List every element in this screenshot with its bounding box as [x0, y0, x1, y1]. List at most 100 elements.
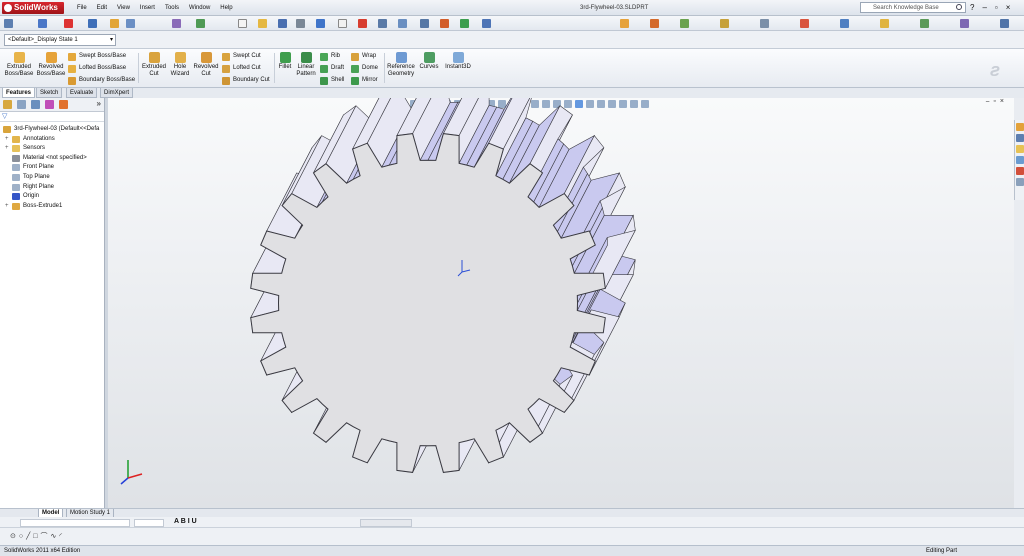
appearance-icon[interactable] [440, 19, 449, 28]
expand-icon[interactable]: + [5, 135, 9, 144]
boundary-cut-button[interactable]: Boundary Cut [222, 76, 270, 85]
menu-edit[interactable]: Edit [92, 0, 112, 16]
sum-icon[interactable] [172, 19, 181, 28]
revolved-boss-button[interactable]: Revolved Boss/Base [36, 52, 66, 78]
macro-icon[interactable] [620, 19, 629, 28]
feature-tree-item[interactable]: Front Plane [12, 163, 54, 172]
close-icon[interactable]: × [1006, 0, 1011, 16]
display-style-icon[interactable] [420, 19, 429, 28]
graphics-area[interactable]: ⎯▫× [108, 98, 1014, 508]
print-icon[interactable] [296, 19, 305, 28]
hole-wizard-button[interactable]: Hole Wizard [168, 52, 192, 78]
fillet-button[interactable]: Fillet [276, 52, 294, 71]
menu-tools[interactable]: Tools [160, 0, 184, 16]
undo-icon[interactable] [316, 19, 325, 28]
chevron-right-icon[interactable]: » [97, 99, 101, 108]
wrap-button[interactable]: Wrap [351, 52, 376, 61]
font-select[interactable] [20, 519, 130, 527]
instant3d-button[interactable]: Instant3D [444, 52, 472, 71]
tab-evaluate[interactable]: Evaluate [66, 88, 98, 98]
curves-button[interactable]: Curves [418, 52, 440, 71]
tab-features[interactable]: Features [2, 88, 36, 98]
draft-button[interactable]: Draft [320, 64, 344, 73]
appearances-icon[interactable] [1016, 167, 1024, 175]
line-style-select[interactable] [360, 519, 412, 527]
menu-help[interactable]: Help [215, 0, 237, 16]
filter-icon[interactable]: ▽ [2, 112, 7, 120]
new-document-icon[interactable] [238, 19, 247, 28]
extruded-boss-button[interactable]: Extruded Boss/Base [4, 52, 34, 78]
feature-tree-item[interactable]: + Annotations [5, 135, 55, 144]
minimize-icon[interactable]: – [982, 0, 986, 16]
search-icon[interactable] [956, 4, 962, 10]
dimxpert-manager-icon[interactable] [45, 100, 54, 109]
gear-model[interactable] [108, 98, 1014, 508]
traffic-light-icon[interactable] [358, 19, 367, 28]
toolbar-extra2-icon[interactable] [680, 19, 689, 28]
toolbar-extra6-icon[interactable] [840, 19, 849, 28]
toolbar-extra9-icon[interactable] [960, 19, 969, 28]
shell-button[interactable]: Shell [320, 76, 344, 85]
rib-button[interactable]: Rib [320, 52, 340, 61]
solidworks-logo[interactable]: SolidWorks [2, 2, 64, 14]
menu-window[interactable]: Window [184, 0, 215, 16]
swept-cut-button[interactable]: Swept Cut [222, 52, 261, 61]
resources-icon[interactable] [1016, 123, 1024, 131]
select-arrow-icon[interactable] [338, 19, 347, 28]
feature-tree-item[interactable]: 3rd-Flywheel-03 (Default<<Defa [3, 125, 99, 134]
custom-properties-icon[interactable] [1016, 178, 1024, 186]
view-palette-icon[interactable] [1016, 156, 1024, 164]
expand-icon[interactable]: + [5, 202, 9, 211]
feature-tree-item[interactable]: Origin [12, 192, 39, 201]
feature-tree-item[interactable]: Material <not specified> [12, 154, 87, 163]
lofted-cut-button[interactable]: Lofted Cut [222, 64, 261, 73]
grid-icon[interactable] [126, 19, 135, 28]
display-manager-icon[interactable] [59, 100, 68, 109]
bold-icon[interactable]: A B I U [174, 518, 197, 525]
linear-pattern-button[interactable]: Linear Pattern [294, 52, 318, 78]
design-library-icon[interactable] [1016, 134, 1024, 142]
toolbar-extra10-icon[interactable] [1000, 19, 1009, 28]
feature-tree-item[interactable]: Top Plane [12, 173, 50, 182]
swept-boss-button[interactable]: Swept Boss/Base [68, 52, 126, 61]
sketch-icon[interactable] [110, 19, 119, 28]
configuration-manager-icon[interactable] [31, 100, 40, 109]
zoom-area-icon[interactable] [398, 19, 407, 28]
mirror-button[interactable]: Mirror [351, 76, 378, 85]
expand-icon[interactable]: + [5, 144, 9, 153]
feature-tree-item[interactable]: Right Plane [12, 183, 54, 192]
dome-button[interactable]: Dome [351, 64, 378, 73]
tab-dimxpert[interactable]: DimXpert [100, 88, 134, 98]
revolved-cut-button[interactable]: Revolved Cut [192, 52, 220, 78]
font-size-select[interactable] [134, 519, 164, 527]
display-state-select[interactable]: <Default>_Display State 1 ▾ [4, 34, 116, 46]
save-icon[interactable] [278, 19, 287, 28]
chevron-down-icon[interactable]: ▾ [110, 35, 113, 46]
toolbar-extra7-icon[interactable] [880, 19, 889, 28]
toolbar-extra3-icon[interactable] [720, 19, 729, 28]
sketch-tools-icon[interactable]: ⊙○╱□⌒∿◜ [10, 531, 65, 541]
search-knowledge-base-input[interactable]: Search Knowledge Base [860, 2, 966, 13]
feature-filter[interactable]: ▽ [0, 112, 104, 122]
view-orientation-icon[interactable] [4, 19, 13, 28]
toolbar-extra5-icon[interactable] [800, 19, 809, 28]
reference-geometry-button[interactable]: Reference Geometry [386, 52, 416, 78]
open-icon[interactable] [258, 19, 267, 28]
rebuild-icon[interactable] [64, 19, 73, 28]
restore-icon[interactable]: ▫ [995, 0, 998, 16]
toolbar-extra-icon[interactable] [650, 19, 659, 28]
feature-tree-item[interactable]: + Boss-Extrude1 [5, 202, 62, 211]
property-manager-icon[interactable] [17, 100, 26, 109]
options-icon[interactable] [378, 19, 387, 28]
lofted-boss-button[interactable]: Lofted Boss/Base [68, 64, 126, 73]
menu-file[interactable]: File [72, 0, 92, 16]
scene-icon[interactable] [460, 19, 469, 28]
feature-tree-item[interactable]: + Sensors [5, 144, 45, 153]
menu-view[interactable]: View [112, 0, 135, 16]
tab-sketch[interactable]: Sketch [36, 88, 63, 98]
feature-tree-icon[interactable] [3, 100, 12, 109]
toolbar-extra8-icon[interactable] [920, 19, 929, 28]
smart-dimension-icon[interactable] [88, 19, 97, 28]
measure-icon[interactable] [196, 19, 205, 28]
toolbar-extra4-icon[interactable] [760, 19, 769, 28]
